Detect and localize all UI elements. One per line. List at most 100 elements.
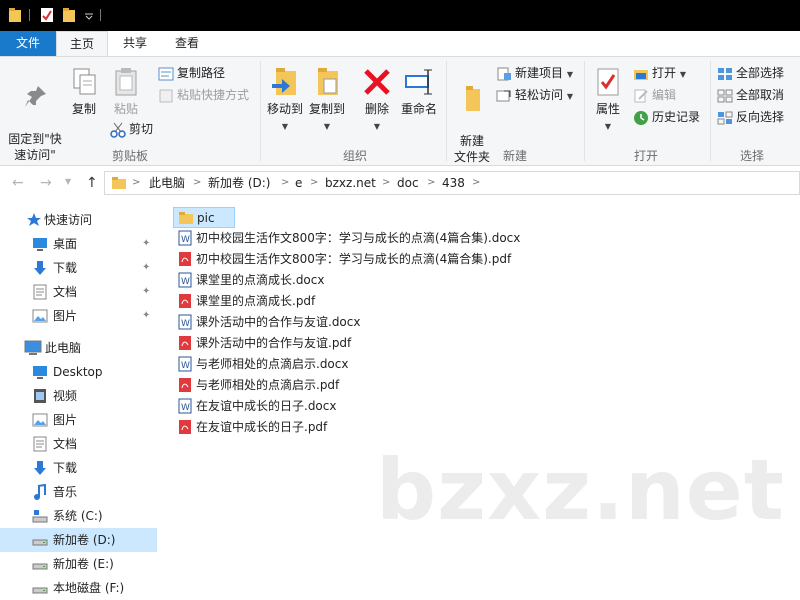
history-button[interactable]: 历史记录	[633, 107, 700, 127]
nav-item-label: 新加卷 (E:)	[53, 557, 114, 571]
tab-share[interactable]: 共享	[110, 31, 160, 56]
nav-this-pc[interactable]: 此电脑	[0, 336, 157, 360]
copy-button[interactable]: 复制	[66, 67, 102, 117]
pin-icon: ✦	[142, 286, 151, 297]
nav-pc-drive-e[interactable]: 新加卷 (E:)	[0, 552, 157, 576]
nav-pc-videos[interactable]: 视频	[0, 384, 157, 408]
nav-item-label: 图片	[53, 413, 78, 427]
back-arrow-icon[interactable]: ←	[12, 175, 24, 191]
file-name: 初中校园生活作文800字：学习与成长的点滴(4篇合集).pdf	[196, 252, 512, 266]
breadcrumb-separator-icon[interactable]: >	[193, 172, 201, 194]
paste-shortcut-button[interactable]: 粘贴快捷方式	[158, 85, 249, 105]
download-arrow-icon	[34, 461, 46, 475]
nav-item-label: 视频	[53, 389, 78, 403]
qa-separator	[29, 9, 30, 21]
pin-icon: ✦	[142, 310, 151, 321]
nav-pc-music[interactable]: 音乐	[0, 480, 157, 504]
up-arrow-icon[interactable]: ↑	[86, 175, 98, 191]
nav-pc-pictures[interactable]: 图片	[0, 408, 157, 432]
address-bar[interactable]: > 此电脑 > 新加卷 (D:) > e > bzxz.net > doc > …	[104, 171, 800, 195]
folder-icon	[112, 177, 126, 189]
word-document-icon: W	[178, 230, 192, 246]
easy-access-button[interactable]: 轻松访问 ▼	[496, 85, 573, 105]
recent-locations-icon[interactable]: ▼	[65, 177, 71, 186]
qa-separator	[100, 9, 101, 21]
word-document-icon: W	[178, 272, 192, 288]
nav-quick-access[interactable]: 快速访问	[0, 208, 157, 232]
ribbon-tabs: 文件 主页 共享 查看	[0, 31, 800, 56]
nav-item-label: 图片	[53, 309, 78, 323]
breadcrumb-drive-d[interactable]: 新加卷 (D:)	[208, 172, 270, 194]
nav-quick-documents[interactable]: 文档 ✦	[0, 280, 157, 304]
invert-selection-button[interactable]: 反向选择	[717, 107, 784, 127]
paste-label: 粘贴	[113, 102, 138, 116]
file-name: 课外活动中的合作与友谊.docx	[196, 315, 361, 329]
pin-quick-access-label: 固定到"快 速访问"	[8, 132, 62, 162]
invert-selection-icon	[717, 111, 733, 124]
new-folder-qa-icon[interactable]	[62, 7, 76, 23]
customize-qa-icon[interactable]	[84, 11, 94, 27]
breadcrumb-bzxz[interactable]: bzxz.net	[325, 172, 376, 194]
breadcrumb-separator-icon[interactable]: >	[427, 172, 435, 194]
nav-item-label: 本地磁盘 (F:)	[53, 581, 125, 595]
new-group-label: 新建	[502, 149, 527, 163]
breadcrumb-separator-icon[interactable]: >	[382, 172, 390, 194]
breadcrumb-separator-icon[interactable]: >	[310, 172, 318, 194]
nav-quick-pictures[interactable]: 图片 ✦	[0, 304, 157, 328]
document-icon	[33, 436, 47, 452]
history-label: 历史记录	[652, 110, 701, 124]
pdf-document-icon	[179, 252, 191, 266]
nav-pc-documents[interactable]: 文档	[0, 432, 157, 456]
nav-this-pc-label: 此电脑	[45, 341, 82, 355]
cut-label: 剪切	[129, 122, 154, 136]
breadcrumb-438[interactable]: 438	[442, 172, 465, 194]
nav-pc-drive-f[interactable]: 本地磁盘 (F:)	[0, 576, 157, 600]
rename-icon	[405, 69, 432, 95]
scissors-icon	[110, 122, 126, 138]
pin-quick-access-button[interactable]: 固定到"快 速访问"	[4, 67, 66, 163]
nav-pc-drive-d[interactable]: 新加卷 (D:)	[0, 528, 157, 552]
new-folder-button[interactable]: 新建 文件夹	[450, 67, 494, 165]
select-none-button[interactable]: 全部取消	[717, 85, 784, 105]
select-all-button[interactable]: 全部选择	[717, 63, 784, 83]
nav-pc-downloads[interactable]: 下载	[0, 456, 157, 480]
copy-to-button[interactable]: 复制到 ▼	[306, 67, 348, 135]
properties-button[interactable]: 属性 ▼	[588, 67, 628, 135]
nav-quick-downloads[interactable]: 下载 ✦	[0, 256, 157, 280]
folder-icon	[179, 212, 193, 224]
pin-icon	[25, 86, 46, 107]
tab-file[interactable]: 文件	[0, 31, 56, 56]
group-separator	[710, 61, 711, 161]
copy-path-button[interactable]: 复制路径	[158, 63, 225, 83]
breadcrumb-doc[interactable]: doc	[397, 172, 419, 194]
paste-button[interactable]: 粘贴	[106, 67, 146, 117]
properties-qa-icon[interactable]	[40, 7, 54, 23]
file-item-folder[interactable]: pic	[173, 207, 235, 228]
edit-button[interactable]: 编辑	[633, 85, 676, 105]
pdf-document-icon	[179, 378, 191, 392]
nav-pc-drive-c[interactable]: 系统 (C:)	[0, 504, 157, 528]
breadcrumb-separator-icon[interactable]: >	[472, 172, 480, 194]
nav-pc-desktop[interactable]: Desktop	[0, 360, 157, 384]
select-none-icon	[717, 89, 733, 102]
breadcrumb-e[interactable]: e	[295, 172, 302, 194]
rename-button[interactable]: 重命名	[398, 67, 440, 117]
forward-arrow-icon[interactable]: →	[40, 175, 52, 191]
breadcrumb-separator-icon[interactable]: >	[132, 172, 140, 194]
file-name: 与老师相处的点滴启示.pdf	[196, 378, 340, 392]
move-to-button[interactable]: 移动到 ▼	[264, 67, 306, 135]
new-item-button[interactable]: 新建项目 ▼	[496, 63, 573, 83]
copy-path-icon	[158, 67, 174, 80]
nav-quick-desktop[interactable]: 桌面 ✦	[0, 232, 157, 256]
open-button[interactable]: 打开 ▼	[633, 63, 686, 83]
delete-button[interactable]: 删除 ▼	[358, 67, 396, 135]
cut-button[interactable]: 剪切	[110, 119, 153, 139]
breadcrumb-this-pc[interactable]: 此电脑	[149, 172, 185, 194]
history-icon	[634, 110, 648, 125]
tab-view[interactable]: 查看	[162, 31, 212, 56]
copy-to-icon	[318, 68, 338, 95]
tab-home[interactable]: 主页	[56, 31, 108, 56]
breadcrumb-separator-icon[interactable]: >	[281, 172, 289, 194]
delete-x-icon	[364, 69, 390, 95]
pdf-document-icon	[179, 336, 191, 350]
